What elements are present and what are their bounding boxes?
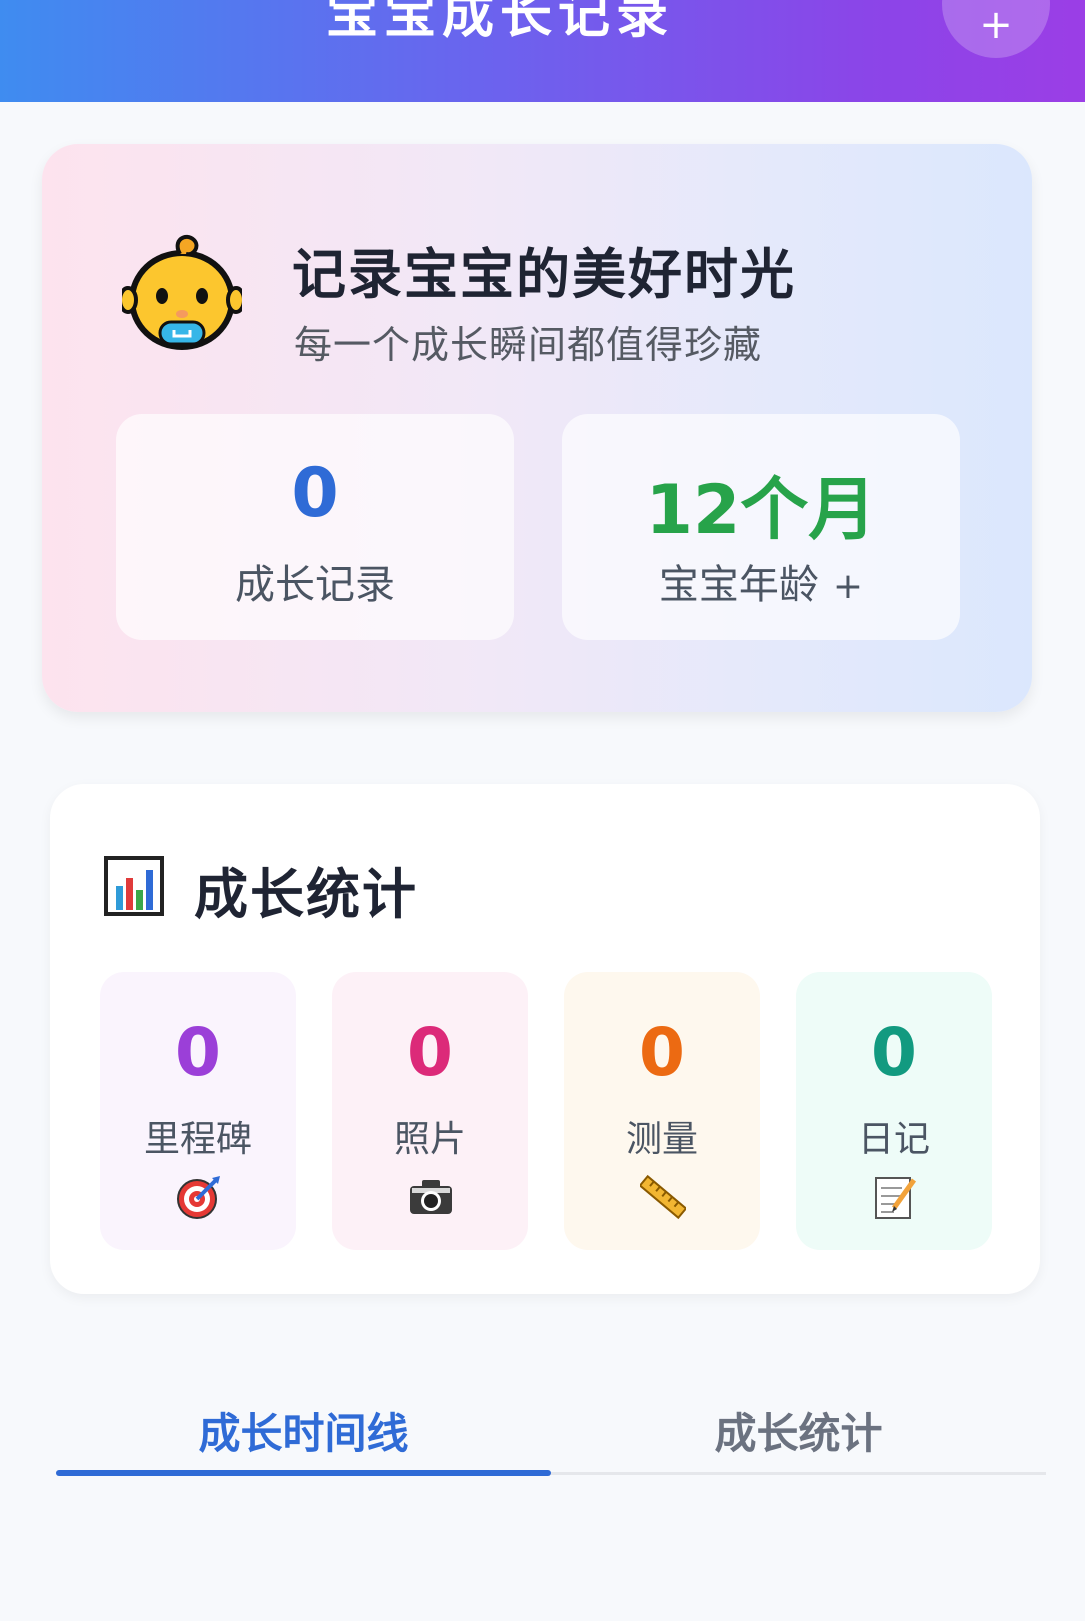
growth-stats-panel: 成长统计 0 里程碑 0 照片 0 测量 0 日记 <box>50 784 1040 1294</box>
milestones-value: 0 <box>175 1014 221 1091</box>
baby-age-card[interactable]: 12个月 宝宝年龄 + <box>562 414 960 640</box>
page-title: 宝宝成长记录 <box>325 0 674 45</box>
edit-age-plus-icon[interactable]: + <box>833 566 863 607</box>
milestones-label: 里程碑 <box>143 1119 252 1160</box>
hero-title: 记录宝宝的美好时光 <box>292 243 796 306</box>
ruler-icon <box>640 1174 686 1220</box>
target-icon <box>177 1176 220 1219</box>
active-tab-indicator <box>56 1470 551 1476</box>
content-tabs: 成长时间线 成长统计 <box>56 1370 1046 1490</box>
stats-title: 成长统计 <box>194 863 418 926</box>
records-count-value: 0 <box>291 454 339 533</box>
measurements-value: 0 <box>639 1014 685 1091</box>
stat-milestones[interactable]: 0 里程碑 <box>100 972 296 1250</box>
records-count-card[interactable]: 0 成长记录 <box>116 414 514 640</box>
diary-label: 日记 <box>857 1119 930 1160</box>
camera-icon <box>410 1180 452 1214</box>
photos-label: 照片 <box>393 1119 466 1160</box>
add-record-button[interactable]: + <box>942 0 1050 58</box>
records-count-label: 成长记录 <box>235 562 395 608</box>
tab-growth-stats[interactable]: 成长统计 <box>551 1400 1046 1461</box>
bar-chart-icon <box>104 856 164 916</box>
baby-age-label: 宝宝年龄 <box>658 562 819 608</box>
hero-banner: 记录宝宝的美好时光 每一个成长瞬间都值得珍藏 0 成长记录 12个月 宝宝年龄 + <box>42 144 1032 712</box>
diary-value: 0 <box>871 1014 917 1091</box>
stat-diary[interactable]: 0 日记 <box>796 972 992 1250</box>
tab-growth-timeline[interactable]: 成长时间线 <box>56 1400 551 1461</box>
baby-age-value: 12个月 <box>645 471 877 550</box>
photos-value: 0 <box>407 1014 453 1091</box>
hero-subtitle: 每一个成长瞬间都值得珍藏 <box>294 323 763 367</box>
measurements-label: 测量 <box>625 1119 698 1160</box>
memo-icon <box>875 1177 917 1219</box>
baby-age-label-row: 宝宝年龄 + <box>562 552 960 610</box>
baby-face-icon <box>122 234 242 350</box>
stat-photos[interactable]: 0 照片 <box>332 972 528 1250</box>
stat-measurements[interactable]: 0 测量 <box>564 972 760 1250</box>
app-header: 宝宝成长记录 + <box>0 0 1085 102</box>
